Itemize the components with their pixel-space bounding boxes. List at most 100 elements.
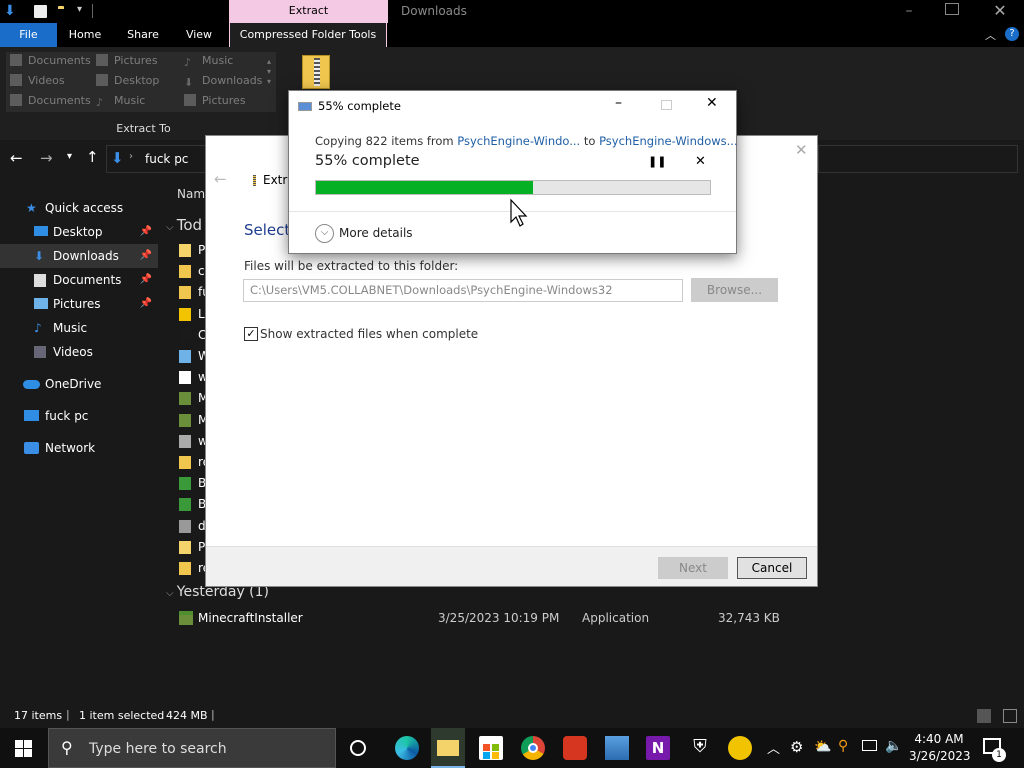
start-button[interactable] [0, 728, 48, 768]
file-icon [179, 371, 191, 385]
breadcrumb-fuck-pc[interactable]: fuck pc [145, 152, 188, 166]
file-explorer-icon[interactable] [431, 728, 465, 768]
address-bar[interactable]: ⬇ › fuck pc [106, 145, 206, 173]
photos-icon[interactable] [605, 736, 629, 760]
context-tab-extract: Extract [229, 0, 388, 23]
clock-time[interactable]: 4:40 AM [909, 732, 969, 746]
help-icon[interactable]: ? [1005, 27, 1019, 41]
tab-share[interactable]: Share [118, 23, 168, 47]
cancel-button[interactable]: Cancel [737, 557, 807, 579]
forward-button[interactable]: → [40, 149, 53, 167]
extract-target-music-2[interactable]: ♪ Music [96, 92, 145, 110]
dialog-maximize-button[interactable] [661, 100, 672, 110]
sidebar-item-downloads[interactable]: ⬇ Downloads 📌 [0, 244, 158, 268]
show-files-checkbox[interactable]: ✓ [244, 327, 258, 341]
gallery-more-icon[interactable]: ▴ ▾ ▾ [267, 57, 271, 87]
tab-file[interactable]: File [0, 23, 57, 47]
taskbar-search-box[interactable]: ⚲ Type here to search [48, 728, 336, 768]
sidebar-item-label: Pictures [53, 297, 101, 311]
security-shield-icon[interactable]: ⛨ [688, 736, 712, 760]
dialog-close-button[interactable]: ✕ [706, 95, 718, 111]
dialog-minimize-button[interactable]: – [615, 95, 622, 111]
pin-icon[interactable]: 📌 [140, 220, 152, 244]
table-row[interactable]: MinecraftInstaller 3/25/2023 10:19 PM Ap… [176, 609, 816, 629]
task-view-icon[interactable] [350, 740, 366, 756]
cancel-copy-button[interactable]: ✕ [695, 154, 706, 169]
extract-target-pictures-2[interactable]: Pictures [184, 92, 246, 110]
destination-label: Files will be extracted to this folder: [244, 259, 459, 273]
pin-icon[interactable]: 📌 [140, 292, 152, 316]
search-box[interactable] [818, 145, 1018, 173]
extract-target-music[interactable]: ♪ Music [184, 52, 233, 70]
browse-button[interactable]: Browse... [691, 278, 778, 302]
show-hidden-icons[interactable]: ︿ [767, 738, 780, 757]
details-view-button[interactable] [977, 709, 991, 723]
source-link[interactable]: PsychEngine-Windo... [457, 134, 580, 148]
restore-button[interactable] [945, 3, 959, 15]
properties-icon[interactable] [34, 5, 47, 18]
pin-icon[interactable]: 📌 [140, 268, 152, 292]
app-yellow-icon[interactable] [728, 736, 752, 760]
search-icon: ⚲ [61, 738, 73, 757]
expand-chevron-icon[interactable]: ⌵ [315, 224, 334, 243]
down-arrow-icon[interactable]: ⬇ [4, 3, 16, 19]
customize-qat-icon[interactable]: ▾ [77, 4, 82, 15]
sidebar-item-desktop[interactable]: Desktop 📌 [0, 220, 158, 244]
game-app-icon[interactable] [563, 736, 587, 760]
sidebar-item-music[interactable]: ♪ Music [0, 316, 158, 340]
status-size: 424 MB [166, 709, 208, 722]
onenote-icon[interactable]: N [646, 736, 670, 760]
file-date: 3/25/2023 10:19 PM [438, 611, 560, 625]
up-button[interactable]: ↑ [86, 148, 99, 166]
copy-progress-icon [298, 102, 312, 111]
extract-target-videos[interactable]: Videos [10, 72, 65, 90]
sidebar-item-quick-access[interactable]: ★ Quick access [0, 196, 158, 220]
more-details-label[interactable]: More details [339, 226, 413, 240]
tray-search-icon[interactable]: ⚲ [838, 738, 848, 754]
extract-target-documents[interactable]: Documents [10, 52, 91, 70]
sidebar-item-pictures[interactable]: Pictures 📌 [0, 292, 158, 316]
sidebar-item-documents[interactable]: Documents 📌 [0, 268, 158, 292]
tray-network-icon[interactable]: ⛅ [814, 739, 831, 755]
copy-description: Copying 822 items from PsychEngine-Windo… [315, 134, 738, 148]
extract-to-group: Documents Pictures ♪ Music Videos Desktop… [6, 52, 276, 112]
destination-link[interactable]: PsychEngine-Windows... [599, 134, 738, 148]
next-button[interactable]: Next [658, 557, 728, 579]
sidebar-item-network[interactable]: Network [0, 436, 158, 460]
extract-all-icon[interactable] [302, 55, 330, 89]
tab-home[interactable]: Home [60, 23, 110, 47]
show-files-label: Show extracted files when complete [260, 327, 479, 341]
extract-target-label: Documents [28, 54, 91, 67]
collapse-ribbon-icon[interactable]: ︿ [985, 27, 996, 43]
extract-target-downloads[interactable]: ⬇ Downloads [184, 72, 262, 90]
group-header-today[interactable]: ⌵ Tod [166, 216, 202, 234]
wizard-close-button[interactable]: ✕ [795, 141, 808, 159]
sidebar-item-label: OneDrive [45, 377, 102, 391]
destination-field[interactable]: C:\Users\VM5.COLLABNET\Downloads\PsychEn… [243, 279, 683, 302]
tray-gear-icon[interactable]: ⚙ [790, 738, 803, 756]
extract-target-label: Pictures [202, 94, 246, 107]
chrome-icon[interactable] [521, 736, 545, 760]
tab-compressed-folder-tools[interactable]: Compressed Folder Tools [229, 23, 387, 47]
sidebar-item-this-pc[interactable]: fuck pc [0, 404, 158, 428]
wizard-back-icon[interactable]: ← [214, 170, 227, 188]
pin-icon[interactable]: 📌 [140, 244, 152, 268]
large-icons-view-button[interactable] [1003, 709, 1017, 723]
recent-locations-button[interactable]: ▾ [67, 151, 72, 162]
extract-target-documents-2[interactable]: Documents [10, 92, 91, 110]
clock-date[interactable]: 3/26/2023 [909, 749, 971, 763]
volume-icon[interactable]: 🔈 [885, 738, 902, 754]
tray-monitor-icon[interactable] [862, 740, 877, 751]
edge-icon[interactable] [395, 736, 419, 760]
tab-view[interactable]: View [176, 23, 222, 47]
close-window-button[interactable]: ✕ [990, 1, 1010, 20]
sidebar-item-onedrive[interactable]: OneDrive [0, 372, 158, 396]
pause-button[interactable]: ❚❚ [648, 155, 666, 168]
store-icon[interactable] [479, 736, 503, 760]
sidebar-item-videos[interactable]: Videos [0, 340, 158, 364]
back-button[interactable]: ← [10, 149, 23, 167]
minimize-button[interactable]: – [897, 3, 921, 19]
file-icon [179, 307, 191, 321]
extract-target-pictures[interactable]: Pictures [96, 52, 158, 70]
extract-target-desktop[interactable]: Desktop [96, 72, 159, 90]
